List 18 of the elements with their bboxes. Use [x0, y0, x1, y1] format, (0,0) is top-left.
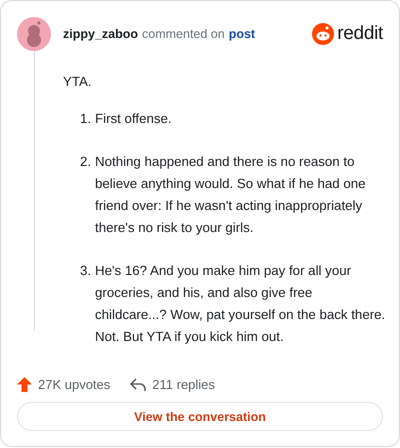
upvote-count: 27K upvotes: [38, 377, 110, 392]
list-number: 2.: [80, 153, 92, 171]
upvote-arrow-icon[interactable]: [17, 377, 32, 392]
avatar-icon: [17, 17, 51, 51]
post-link[interactable]: post: [228, 27, 256, 41]
reply-count: 211 replies: [152, 377, 215, 392]
list-text: First offense.: [95, 110, 173, 128]
list-number: 3.: [80, 262, 92, 280]
alien-logo-icon: [312, 23, 334, 45]
reply-arrow-icon[interactable]: [130, 378, 146, 392]
action-text: commented on: [142, 27, 225, 41]
list-text: He's 16? And you make him pay for all your groceries, and his, and also give free childcare...? Wow, pat yourself on the back there. Not. But YTA if you kick him out.: [95, 262, 386, 346]
view-conversation-button[interactable]: View the conversation: [17, 402, 383, 431]
author-name[interactable]: zippy_zaboo: [63, 27, 138, 41]
comment-text: YTA.: [63, 73, 93, 91]
list-text: Nothing happened and there is no reason to believe anything would. So what if he had one friend over: If he wasn't acting inappropriately there's no risk to your girls.: [95, 153, 367, 237]
brand-name: reddit: [337, 23, 383, 45]
list-number: 1.: [80, 110, 92, 128]
